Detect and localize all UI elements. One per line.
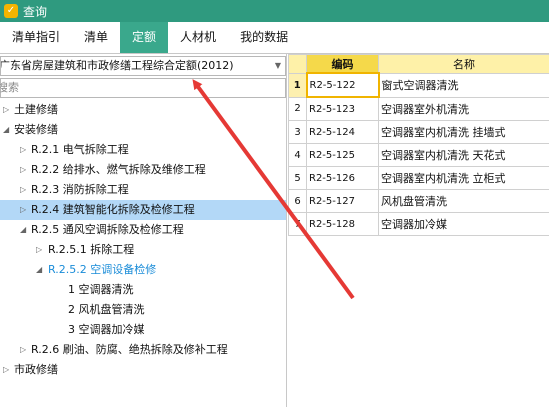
- quota-library-value: 广东省房屋建筑和市政修缮工程综合定额(2012): [0, 59, 234, 72]
- row-number: 6: [288, 189, 307, 213]
- row-number: 1: [288, 72, 307, 98]
- category-tree: ▷ 土建修缮 ◢ 安装修缮 ▷ R.2.1 电气拆除工程 ▷ R.2.2 给排水…: [0, 100, 286, 380]
- tree-node-label: R.2.3 消防拆除工程: [31, 183, 129, 196]
- code-cell[interactable]: R2-5-126: [306, 166, 379, 190]
- collapse-icon[interactable]: ◢: [20, 220, 30, 240]
- tree-node[interactable]: ▷ R.2.5.1 拆除工程: [0, 240, 286, 260]
- tree-node[interactable]: ▷ 土建修缮: [0, 100, 286, 120]
- tree-node[interactable]: ▷ 市政修缮: [0, 360, 286, 380]
- tree-node[interactable]: ◢ R.2.5 通风空调拆除及检修工程: [0, 220, 286, 240]
- tab-quota[interactable]: 定额: [120, 22, 169, 53]
- row-number: 2: [288, 96, 307, 121]
- tree-node-label: R.2.6 刷油、防腐、绝热拆除及修补工程: [31, 343, 228, 356]
- name-cell[interactable]: 空调器室内机清洗 天花式: [378, 143, 549, 167]
- name-cell[interactable]: 空调器室内机清洗 挂墙式: [378, 120, 549, 144]
- tree-node-label: R.2.1 电气拆除工程: [31, 143, 129, 156]
- expand-icon[interactable]: ▷: [20, 200, 30, 220]
- table-row[interactable]: 5 R2-5-126 空调器室内机清洗 立柜式: [288, 166, 549, 190]
- name-cell[interactable]: 空调器室内机清洗 立柜式: [378, 166, 549, 190]
- tree-node-label: R.2.5 通风空调拆除及检修工程: [31, 223, 184, 236]
- column-header-index: [288, 54, 307, 74]
- table-row[interactable]: 4 R2-5-125 空调器室内机清洗 天花式: [288, 143, 549, 167]
- row-number: 5: [288, 166, 307, 190]
- table-row[interactable]: 7 R2-5-128 空调器加冷媒: [288, 212, 549, 236]
- table-row[interactable]: 3 R2-5-124 空调器室内机清洗 挂墙式: [288, 120, 549, 144]
- tree-node-label: R.2.5.1 拆除工程: [48, 243, 135, 256]
- tree-node[interactable]: ◢ 安装修缮: [0, 120, 286, 140]
- collapse-icon[interactable]: ◢: [3, 120, 13, 140]
- code-cell[interactable]: R2-5-124: [306, 120, 379, 144]
- tree-node[interactable]: 3 空调器加冷媒: [0, 320, 286, 340]
- code-cell[interactable]: R2-5-127: [306, 189, 379, 213]
- collapse-icon[interactable]: ◢: [36, 260, 46, 280]
- expand-icon[interactable]: ▷: [3, 100, 13, 120]
- tab-bill-guide[interactable]: 清单指引: [0, 22, 72, 53]
- name-cell[interactable]: 空调器加冷媒: [378, 212, 549, 236]
- expand-icon[interactable]: ▷: [20, 180, 30, 200]
- row-number: 7: [288, 212, 307, 236]
- tree-node-label: R.2.2 给排水、燃气拆除及维修工程: [31, 163, 206, 176]
- quota-table: 编码 名称 1 R2-5-122 窗式空调器清洗 2 R2-5-123 空调器室…: [288, 54, 549, 236]
- expand-icon[interactable]: ▷: [36, 240, 46, 260]
- app-icon: ✓: [4, 4, 18, 18]
- tree-node-highlighted[interactable]: ◢ R.2.5.2 空调设备检修: [0, 260, 286, 280]
- code-cell[interactable]: R2-5-128: [306, 212, 379, 236]
- expand-icon[interactable]: ▷: [20, 140, 30, 160]
- name-cell[interactable]: 风机盘管清洗: [378, 189, 549, 213]
- search-input[interactable]: [0, 79, 267, 95]
- table-row[interactable]: 1 R2-5-122 窗式空调器清洗: [288, 72, 549, 98]
- table-row[interactable]: 6 R2-5-127 风机盘管清洗: [288, 189, 549, 213]
- tree-node-label: R.2.4 建筑智能化拆除及检修工程: [31, 203, 195, 216]
- tree-node[interactable]: ▷ R.2.2 给排水、燃气拆除及维修工程: [0, 160, 286, 180]
- tree-node[interactable]: 1 空调器清洗: [0, 280, 286, 300]
- expand-icon[interactable]: ▷: [20, 340, 30, 360]
- left-panel: 广东省房屋建筑和市政修缮工程综合定额(2012) ▼ ▷ 土建修缮 ◢ 安装修缮…: [0, 54, 287, 407]
- tab-bar: 清单指引 清单 定额 人材机 我的数据: [0, 22, 549, 54]
- row-number: 3: [288, 120, 307, 144]
- tab-my-data[interactable]: 我的数据: [228, 22, 300, 53]
- expand-icon[interactable]: ▷: [20, 160, 30, 180]
- tree-node[interactable]: ▷ R.2.1 电气拆除工程: [0, 140, 286, 160]
- table-row[interactable]: 2 R2-5-123 空调器室外机清洗: [288, 96, 549, 121]
- tree-node-label: 1 空调器清洗: [68, 283, 134, 296]
- tree-node[interactable]: ▷ R.2.6 刷油、防腐、绝热拆除及修补工程: [0, 340, 286, 360]
- quota-table-panel: 编码 名称 1 R2-5-122 窗式空调器清洗 2 R2-5-123 空调器室…: [288, 54, 549, 407]
- window-title: 查询: [23, 4, 48, 19]
- title-bar: ✓ 查询: [0, 0, 549, 22]
- expand-icon[interactable]: ▷: [3, 360, 13, 380]
- search-box[interactable]: [0, 78, 286, 98]
- name-cell[interactable]: 空调器室外机清洗: [378, 96, 549, 121]
- tab-labor-material-machine[interactable]: 人材机: [168, 22, 228, 53]
- column-header-name[interactable]: 名称: [378, 54, 549, 74]
- tree-node-label: 3 空调器加冷媒: [68, 323, 145, 336]
- code-cell[interactable]: R2-5-123: [306, 96, 379, 121]
- quota-library-select[interactable]: 广东省房屋建筑和市政修缮工程综合定额(2012) ▼: [0, 56, 286, 76]
- tree-node-label: R.2.5.2 空调设备检修: [48, 263, 157, 276]
- code-cell[interactable]: R2-5-122: [305, 72, 380, 98]
- tree-node-label: 2 风机盘管清洗: [68, 303, 145, 316]
- tree-node[interactable]: 2 风机盘管清洗: [0, 300, 286, 320]
- tree-node-selected[interactable]: ▷ R.2.4 建筑智能化拆除及检修工程: [0, 200, 286, 220]
- tree-node-label: 土建修缮: [14, 103, 58, 116]
- chevron-down-icon[interactable]: ▼: [275, 57, 281, 75]
- code-cell[interactable]: R2-5-125: [306, 143, 379, 167]
- tree-node-label: 市政修缮: [14, 363, 58, 376]
- name-cell[interactable]: 窗式空调器清洗: [378, 72, 549, 98]
- row-number: 4: [288, 143, 307, 167]
- tab-bill[interactable]: 清单: [72, 22, 120, 53]
- tree-node-label: 安装修缮: [14, 123, 58, 136]
- column-header-code[interactable]: 编码: [306, 54, 379, 74]
- tree-node[interactable]: ▷ R.2.3 消防拆除工程: [0, 180, 286, 200]
